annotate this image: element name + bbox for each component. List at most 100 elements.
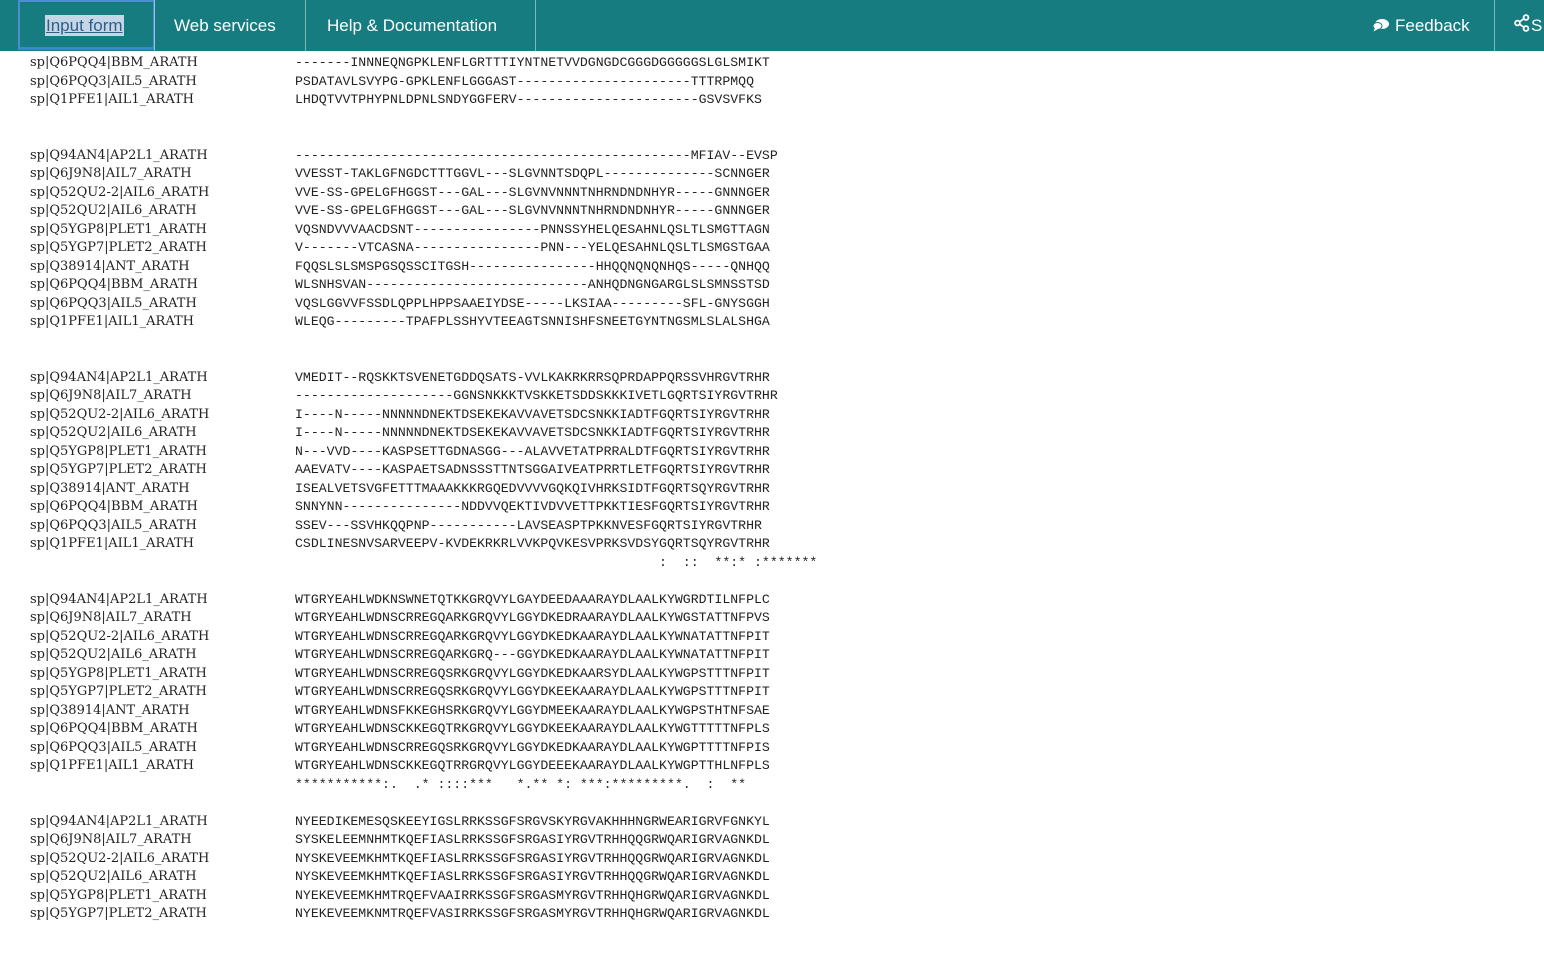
alignment-row: sp|Q52QU2|AIL6_ARATH NYSKEVEEMKHMTKQEFIAS… bbox=[30, 868, 817, 887]
sequence-text: WTGRYEAHLWDNSCRREGQARKGRQVYLGGYDKEDKAARA… bbox=[295, 628, 770, 644]
sequence-id: sp|Q38914|ANT_ARATH bbox=[30, 480, 190, 496]
sequence-id: sp|Q52QU2|AIL6_ARATH bbox=[30, 425, 197, 440]
alignment-block: sp|Q94AN4|AP2L1_ARATH NYEEDIKEMESQSKEEYIG… bbox=[30, 813, 817, 961]
sequence-text: --------------------GGNSNKKKTVSKKETSDDSK… bbox=[295, 388, 778, 403]
consensus-symbols: : :: **:* :******* bbox=[295, 554, 818, 570]
sequence-text: WTGRYEAHLWDNSCRREGQARKGRQVYLGGYDKEDRAARA… bbox=[295, 610, 770, 625]
sequence-id: sp|Q1PFE1|AIL1_ARATH bbox=[30, 314, 194, 329]
alignment-block: sp|Q6PQQ4|BBM_ARATH -------INNNEQNGPKLENF… bbox=[30, 54, 817, 147]
alignment-row: sp|Q52QU2-2|AIL6_ARATH I----N-----NNNNNDN… bbox=[30, 406, 817, 425]
sequence-id: sp|Q6PQQ3|AIL5_ARATH bbox=[30, 295, 197, 311]
alignment-row: sp|Q6J9N8|AIL7_ARATH SYSKELEEMNHMTKQEFIAS… bbox=[30, 831, 817, 850]
sequence-text: LHDQTVVTPHYPNLDPNLSNDYGGFERV------------… bbox=[295, 92, 762, 107]
sequence-id: sp|Q52QU2|AIL6_ARATH bbox=[30, 647, 197, 662]
alignment-row: sp|Q5YGP7|PLET2_ARATH WTGRYEAHLWDNSCRREGQ… bbox=[30, 683, 817, 702]
alignment-row: sp|Q5YGP7|PLET2_ARATH NYEKEVEEMKNMTRQEFVA… bbox=[30, 905, 817, 924]
sequence-text: I----N-----NNNNNDNEKTDSEKEKAVVAVETSDCSNK… bbox=[295, 425, 770, 440]
sequence-text: WLEQG---------TPAFPLSSHYVTEEAGTSNNISHFSN… bbox=[295, 314, 770, 329]
sequence-id: sp|Q6J9N8|AIL7_ARATH bbox=[30, 166, 192, 181]
sequence-text: SNNYNN---------------NDDVVQEKTIVDVVETTPK… bbox=[295, 499, 770, 514]
tab-web-services-label: Web services bbox=[174, 16, 276, 35]
alignment-row: sp|Q6J9N8|AIL7_ARATH --------------------… bbox=[30, 387, 817, 406]
sequence-id: sp|Q5YGP7|PLET2_ARATH bbox=[30, 906, 207, 921]
sequence-id: sp|Q1PFE1|AIL1_ARATH bbox=[30, 758, 194, 773]
sequence-id: sp|Q5YGP8|PLET1_ARATH bbox=[30, 443, 207, 459]
feedback-label: Feedback bbox=[1395, 16, 1470, 35]
alignment-row: sp|Q1PFE1|AIL1_ARATH WTGRYEAHLWDNSCKKEGQT… bbox=[30, 757, 817, 776]
sequence-text: AAEVATV----KASPAETSADNSSSTTNTSGGAIVEATPR… bbox=[295, 462, 770, 477]
alignment-row: sp|Q6PQQ3|AIL5_ARATH VQSLGGVVFSSDLQPPLHPP… bbox=[30, 295, 817, 314]
sequence-id: sp|Q94AN4|AP2L1_ARATH bbox=[30, 369, 208, 385]
sequence-text: VMEDIT--RQSKKTSVENETGDDQSATS-VVLKAKRKRRS… bbox=[295, 369, 770, 385]
sequence-id: sp|Q5YGP8|PLET1_ARATH bbox=[30, 887, 207, 903]
alignment-row: sp|Q5YGP8|PLET1_ARATH N---VVD----KASPSETT… bbox=[30, 443, 817, 462]
sequence-text: VVESST-TAKLGFNGDCTTTGGVL---SLGVNNTSDQPL-… bbox=[295, 166, 770, 181]
sequence-text: WTGRYEAHLWDKNSWNETQTKKGRQVYLGAYDEEDAAARA… bbox=[295, 591, 770, 607]
sequence-id: sp|Q6PQQ4|BBM_ARATH bbox=[30, 55, 198, 70]
sequence-text: PSDATAVLSVYPG-GPKLENFLGGGAST------------… bbox=[295, 73, 754, 89]
sequence-text: WTGRYEAHLWDNSCRREGQARKGRQ---GGYDKEDKAARA… bbox=[295, 647, 770, 662]
sequence-text: WTGRYEAHLWDNSCKKEGQTRRGRQVYLGGYDEEEKAARA… bbox=[295, 758, 770, 773]
sequence-id: sp|Q5YGP7|PLET2_ARATH bbox=[30, 240, 207, 255]
consensus-row bbox=[30, 110, 817, 129]
alignment-row: sp|Q38914|ANT_ARATH WTGRYEAHLWDNSFKKEGHSR… bbox=[30, 702, 817, 721]
alignment-block: sp|Q94AN4|AP2L1_ARATH VMEDIT--RQSKKTSVENE… bbox=[30, 369, 817, 591]
sequence-id: sp|Q5YGP8|PLET1_ARATH bbox=[30, 665, 207, 681]
sequence-text: I----N-----NNNNNDNEKTDSEKEKAVVAVETSDCSNK… bbox=[295, 406, 770, 422]
sequence-text: VQSLGGVVFSSDLQPPLHPPSAAEIYDSE-----LKSIAA… bbox=[295, 295, 770, 311]
sequence-text: CSDLINESNVSARVEEPV-KVDEKRKRLVVKPQVKESVPR… bbox=[295, 536, 770, 551]
alignment-row: sp|Q6PQQ3|AIL5_ARATH PSDATAVLSVYPG-GPKLEN… bbox=[30, 73, 817, 92]
alignment-output: sp|Q6PQQ4|BBM_ARATH -------INNNEQNGPKLENF… bbox=[30, 54, 817, 961]
sequence-id: sp|Q38914|ANT_ARATH bbox=[30, 258, 190, 274]
nav-divider bbox=[305, 0, 306, 51]
sequence-text: SYSKELEEMNHMTKQEFIASLRRKSSGFSRGASIYRGVTR… bbox=[295, 832, 770, 847]
sequence-text: WLSNHSVAN----------------------------ANH… bbox=[295, 277, 770, 292]
alignment-row: sp|Q52QU2|AIL6_ARATH I----N-----NNNNNDNEK… bbox=[30, 424, 817, 443]
sequence-id: sp|Q5YGP7|PLET2_ARATH bbox=[30, 462, 207, 477]
consensus-symbols: ***********:. .* ::::*** *.** *: ***:***… bbox=[295, 776, 747, 792]
sequence-id: sp|Q6PQQ4|BBM_ARATH bbox=[30, 721, 198, 736]
alignment-row: sp|Q1PFE1|AIL1_ARATH LHDQTVVTPHYPNLDPNLSN… bbox=[30, 91, 817, 110]
sequence-id: sp|Q6PQQ4|BBM_ARATH bbox=[30, 277, 198, 292]
sequence-text: ISEALVETSVGFETTTMAAAKKKRGQEDVVVVGQKQIVHR… bbox=[295, 480, 770, 496]
share-button[interactable]: S bbox=[1500, 0, 1542, 51]
alignment-row: sp|Q1PFE1|AIL1_ARATH WLEQG---------TPAFPL… bbox=[30, 313, 817, 332]
feedback-button[interactable]: Feedback bbox=[1352, 0, 1490, 51]
nav-divider bbox=[535, 0, 536, 51]
sequence-id: sp|Q52QU2-2|AIL6_ARATH bbox=[30, 406, 210, 422]
sequence-id: sp|Q52QU2-2|AIL6_ARATH bbox=[30, 184, 210, 200]
alignment-row: sp|Q5YGP8|PLET1_ARATH WTGRYEAHLWDNSCRREGQ… bbox=[30, 665, 817, 684]
sequence-id: sp|Q6J9N8|AIL7_ARATH bbox=[30, 832, 192, 847]
sequence-text: NYSKEVEEMKHMTKQEFIASLRRKSSGFSRGASIYRGVTR… bbox=[295, 869, 770, 884]
sequence-text: FQQSLSLSMSPGSQSSCITGSH----------------HH… bbox=[295, 258, 770, 274]
sequence-text: VVE-SS-GPELGFHGGST---GAL---SLGVNVNNNTNHR… bbox=[295, 184, 770, 200]
alignment-row: sp|Q38914|ANT_ARATH FQQSLSLSMSPGSQSSCITGS… bbox=[30, 258, 817, 277]
sequence-text: NYEKEVEEMKHMTRQEFVAAIRRKSSGFSRGASMYRGVTR… bbox=[295, 887, 770, 903]
alignment-row: sp|Q94AN4|AP2L1_ARATH WTGRYEAHLWDKNSWNETQ… bbox=[30, 591, 817, 610]
sequence-text: SSEV---SSVHKQQPNP-----------LAVSEASPTPKK… bbox=[295, 517, 762, 533]
alignment-row: sp|Q6J9N8|AIL7_ARATH VVESST-TAKLGFNGDCTTT… bbox=[30, 165, 817, 184]
tab-help-documentation-label: Help & Documentation bbox=[327, 16, 498, 35]
alignment-row: sp|Q5YGP8|PLET1_ARATH VQSNDVVVAACDSNT----… bbox=[30, 221, 817, 240]
sequence-text: NYSKEVEEMKHMTKQEFIASLRRKSSGFSRGASIYRGVTR… bbox=[295, 850, 770, 866]
sequence-id: sp|Q6PQQ4|BBM_ARATH bbox=[30, 499, 198, 514]
sequence-id: sp|Q6PQQ3|AIL5_ARATH bbox=[30, 739, 197, 755]
nav-divider bbox=[1494, 0, 1495, 51]
sequence-text: VVE-SS-GPELGFHGGST---GAL---SLGVNVNNNTNHR… bbox=[295, 203, 770, 218]
sequence-text: WTGRYEAHLWDNSCRREGQSRKGRQVYLGGYDKEDKAARA… bbox=[295, 739, 770, 755]
sequence-text: WTGRYEAHLWDNSFKKEGHSRKGRQVYLGGYDMEEKAARA… bbox=[295, 702, 770, 718]
alignment-block: sp|Q94AN4|AP2L1_ARATH -------------------… bbox=[30, 147, 817, 369]
alignment-row: sp|Q5YGP7|PLET2_ARATH AAEVATV----KASPAETS… bbox=[30, 461, 817, 480]
alignment-row: sp|Q5YGP7|PLET2_ARATH V-------VTCASNA----… bbox=[30, 239, 817, 258]
tab-input-form[interactable]: Input form bbox=[18, 0, 155, 51]
tab-web-services[interactable]: Web services bbox=[154, 0, 296, 51]
sequence-text: ----------------------------------------… bbox=[295, 147, 778, 163]
alignment-block: sp|Q94AN4|AP2L1_ARATH WTGRYEAHLWDKNSWNETQ… bbox=[30, 591, 817, 813]
tab-help-documentation[interactable]: Help & Documentation bbox=[307, 0, 517, 51]
alignment-row: sp|Q6PQQ3|AIL5_ARATH WTGRYEAHLWDNSCRREGQS… bbox=[30, 739, 817, 758]
alignment-row: sp|Q52QU2-2|AIL6_ARATH WTGRYEAHLWDNSCRREG… bbox=[30, 628, 817, 647]
consensus-row: ***********:. .* ::::*** *.** *: ***:***… bbox=[30, 776, 817, 795]
